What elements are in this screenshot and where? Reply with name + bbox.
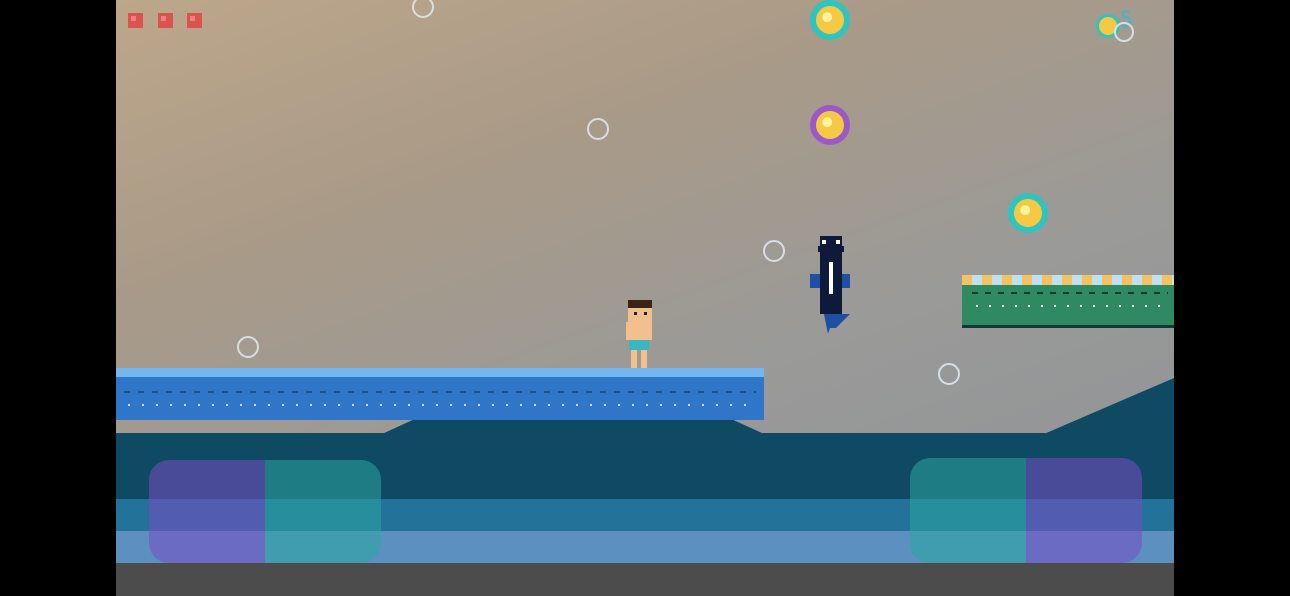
player-hair	[628, 300, 652, 308]
bubble-icon	[412, 0, 434, 18]
letterbox-right	[1174, 0, 1290, 596]
life-icon	[128, 13, 143, 28]
move-right-button[interactable]	[265, 460, 381, 563]
swim-button[interactable]	[1026, 458, 1142, 563]
platform-texture	[972, 292, 1168, 294]
bubble-icon	[1114, 22, 1134, 42]
teal-orb-collectible[interactable]	[810, 0, 850, 40]
platform-texture	[128, 404, 756, 406]
jump-button[interactable]	[910, 458, 1026, 563]
player-character[interactable]	[626, 300, 652, 368]
ice-platform	[116, 368, 764, 420]
life-icon	[158, 13, 173, 28]
life-icon	[187, 13, 202, 28]
platform-texture	[976, 305, 1168, 307]
platform-texture	[124, 391, 756, 393]
player-head	[628, 308, 652, 322]
bubble-icon	[938, 363, 960, 385]
grass-platform	[962, 275, 1174, 328]
seabed-slope	[1044, 378, 1174, 434]
player-body	[626, 322, 652, 340]
player-legs	[631, 350, 647, 368]
move-left-button[interactable]	[149, 460, 265, 563]
player-shorts	[629, 340, 649, 350]
ground-floor	[116, 563, 1174, 596]
orca-enemy[interactable]	[810, 236, 850, 336]
bubble-icon	[587, 118, 609, 140]
game-canvas[interactable]: 5	[116, 0, 1174, 596]
letterbox-left	[0, 0, 116, 596]
seabed-ridge	[382, 420, 764, 434]
bubble-icon	[237, 336, 259, 358]
purple-orb-collectible[interactable]	[810, 105, 850, 145]
teal-orb-collectible[interactable]	[1008, 193, 1048, 233]
player-eye	[644, 312, 647, 315]
player-eye	[634, 312, 637, 315]
bubble-icon	[763, 240, 785, 262]
